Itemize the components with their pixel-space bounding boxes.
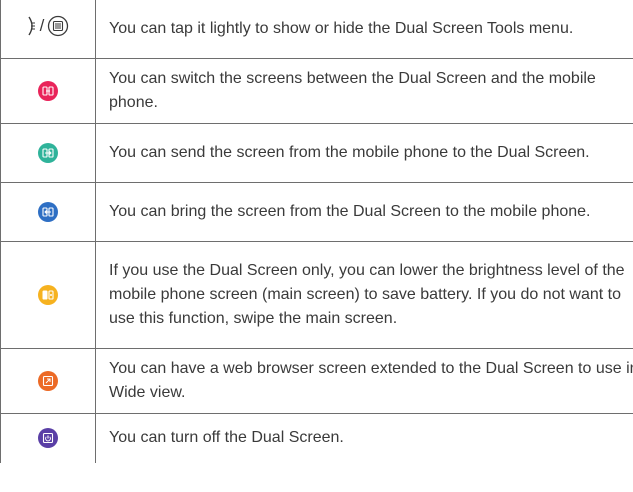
turn-off-dual-screen-icon bbox=[38, 428, 58, 449]
icon-cell bbox=[0, 181, 96, 242]
description-cell: You can tap it lightly to show or hide t… bbox=[95, 0, 633, 59]
icon-cell: / bbox=[0, 0, 96, 59]
menu-separator: / bbox=[39, 16, 45, 36]
description-cell: You can send the screen from the mobile … bbox=[95, 122, 633, 183]
description-cell: You can bring the screen from the Dual S… bbox=[95, 181, 633, 242]
description-cell: You can switch the screens between the D… bbox=[95, 57, 633, 124]
dual-screen-tools-toggle-icon: / bbox=[27, 15, 70, 37]
table-row: You can have a web browser screen extend… bbox=[0, 347, 633, 414]
table-row: You can turn off the Dual Screen. bbox=[0, 412, 633, 463]
table-row: You can switch the screens between the D… bbox=[0, 57, 633, 124]
icon-cell bbox=[0, 240, 96, 349]
wide-view-icon bbox=[38, 370, 58, 391]
menu-circle-icon bbox=[48, 16, 69, 37]
description-cell: You can turn off the Dual Screen. bbox=[95, 412, 633, 463]
icon-cell bbox=[0, 57, 96, 124]
table-row: You can send the screen from the mobile … bbox=[0, 122, 633, 183]
description-cell: If you use the Dual Screen only, you can… bbox=[95, 240, 633, 349]
dual-screen-tools-table: / You can tap it lightly to show or hide… bbox=[0, 0, 633, 463]
bring-from-dual-screen-icon bbox=[38, 201, 58, 222]
icon-cell bbox=[0, 122, 96, 183]
icon-cell bbox=[0, 347, 96, 414]
table-row: If you use the Dual Screen only, you can… bbox=[0, 240, 633, 349]
switch-screens-icon bbox=[38, 80, 58, 101]
handle-icon bbox=[28, 16, 35, 36]
table-row: / You can tap it lightly to show or hide… bbox=[0, 0, 633, 59]
send-to-dual-screen-icon bbox=[38, 142, 58, 163]
lower-brightness-icon bbox=[38, 284, 58, 305]
description-cell: You can have a web browser screen extend… bbox=[95, 347, 633, 414]
icon-cell bbox=[0, 412, 96, 463]
table-row: You can bring the screen from the Dual S… bbox=[0, 181, 633, 242]
